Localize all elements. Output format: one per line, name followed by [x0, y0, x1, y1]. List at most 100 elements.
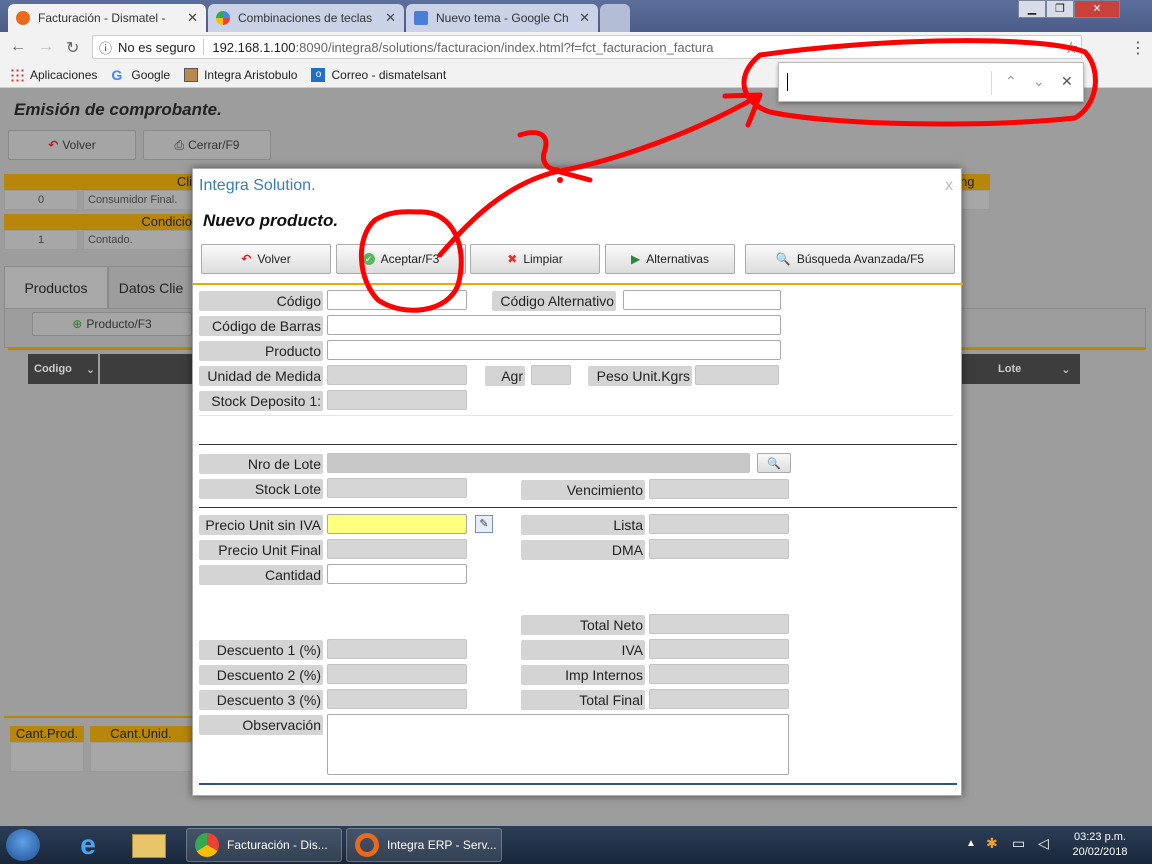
cantidad-input[interactable]: [327, 564, 467, 584]
close-tab-icon[interactable]: ✕: [187, 10, 198, 26]
minimize-icon[interactable]: ▁: [1018, 0, 1046, 18]
chrome-icon: [195, 833, 219, 857]
nro-lote-field: [327, 453, 750, 473]
back-icon[interactable]: ←: [10, 38, 26, 56]
ie-icon[interactable]: e: [70, 830, 106, 860]
bookmark-star-icon[interactable]: ☆: [1064, 38, 1078, 58]
task-integra-erp[interactable]: Integra ERP - Serv...: [346, 828, 502, 862]
condicion-code: 1: [4, 230, 78, 250]
button-label: Volver: [257, 252, 291, 266]
tab-combinaciones[interactable]: Combinaciones de teclas ✕: [208, 4, 404, 32]
maximize-icon[interactable]: ❐: [1046, 0, 1074, 18]
volver-button[interactable]: ↶ Volver: [201, 244, 331, 274]
find-next-icon[interactable]: ⌄: [1033, 73, 1045, 90]
tray-app-icon[interactable]: ✱: [986, 835, 998, 852]
codigo-alternativo-input[interactable]: [623, 290, 781, 310]
stock-deposito-field: [327, 390, 467, 410]
column-header[interactable]: [100, 354, 192, 384]
new-tab-button[interactable]: [600, 4, 630, 32]
apps-grid-icon: [10, 67, 24, 82]
precio-sin-iva-label: Precio Unit sin IVA: [199, 515, 323, 535]
codigo-barras-input[interactable]: [327, 315, 781, 335]
x-icon: ✖: [507, 252, 518, 266]
alternativas-button[interactable]: ▶ Alternativas: [605, 244, 735, 274]
start-orb-icon[interactable]: [6, 829, 40, 861]
close-window-icon[interactable]: ✕: [1074, 0, 1120, 18]
bookmark-integra[interactable]: Integra Aristobulo: [184, 67, 298, 82]
url-path: :8090/integra8/solutions/facturacion/ind…: [295, 39, 714, 55]
reload-icon[interactable]: ↻: [66, 38, 79, 58]
network-icon[interactable]: ▭: [1012, 835, 1025, 852]
outlook-icon: o: [311, 67, 326, 82]
tab-datos-cliente[interactable]: Datos Clie: [108, 266, 194, 308]
imp-internos-label: Imp Internos: [521, 665, 645, 685]
unidad-medida-field: [327, 365, 467, 385]
tab-title: Combinaciones de teclas: [238, 11, 373, 25]
volume-icon[interactable]: ◁: [1038, 835, 1049, 852]
footer-divider: [4, 716, 192, 718]
busqueda-avanzada-button[interactable]: 🔍 Búsqueda Avanzada/F5: [745, 244, 955, 274]
search-lote-button[interactable]: 🔍: [757, 453, 791, 473]
observacion-textarea[interactable]: [327, 714, 789, 775]
tray-expand-icon[interactable]: ▲: [966, 838, 976, 849]
info-icon[interactable]: ⓘ: [99, 38, 112, 57]
bottom-divider: [199, 783, 957, 785]
iva-field: [649, 639, 789, 659]
producto-label: Producto: [199, 341, 323, 361]
volver-button[interactable]: ↶ Volver: [8, 130, 136, 160]
descuento-2-label: Descuento 2 (%): [199, 665, 323, 685]
bookmark-google[interactable]: G Google: [111, 68, 170, 82]
cliente-header: Cli: [4, 174, 194, 190]
dialog-heading: Nuevo producto.: [203, 211, 339, 230]
precio-sin-iva-input[interactable]: [327, 514, 467, 534]
aceptar-button[interactable]: ✓ Aceptar/F3: [336, 244, 466, 274]
producto-input[interactable]: [327, 340, 781, 360]
descuento-3-label: Descuento 3 (%): [199, 690, 323, 710]
condicion-name: Contado.: [83, 230, 193, 250]
right-header-fragment: ng: [960, 174, 990, 190]
task-chrome-facturacion[interactable]: Facturación - Dis...: [186, 828, 342, 862]
cantidad-label: Cantidad: [199, 565, 323, 585]
condicion-header: Condicio: [4, 214, 194, 230]
find-input[interactable]: [789, 71, 989, 93]
tab-facturacion[interactable]: Facturación - Dismatel - ✕: [8, 4, 206, 32]
integra-favicon-icon: [16, 11, 30, 25]
edit-icon[interactable]: ✎: [475, 515, 493, 533]
codigo-input[interactable]: [327, 290, 467, 310]
cerrar-button[interactable]: ⎙ Cerrar/F9: [143, 130, 271, 160]
folder-icon[interactable]: [132, 834, 166, 858]
tab-title: Facturación - Dismatel -: [38, 11, 166, 25]
column-label: Lote: [998, 363, 1022, 375]
close-tab-icon[interactable]: ✕: [385, 10, 396, 26]
undo-icon: ↶: [241, 252, 252, 266]
tab-nuevo-tema[interactable]: Nuevo tema - Google Ch ✕: [406, 4, 598, 32]
close-icon[interactable]: x: [945, 177, 953, 195]
observacion-label: Observación: [199, 715, 323, 735]
omnibox-separator: [203, 39, 205, 55]
nro-lote-label: Nro de Lote: [199, 454, 323, 474]
codigo-column-header[interactable]: Codigo ⌄: [28, 354, 98, 384]
lote-column-header[interactable]: Lote ⌄: [962, 354, 1080, 384]
bookmark-correo[interactable]: o Correo - dismatelsant: [311, 67, 446, 82]
find-previous-icon[interactable]: ⌃: [1005, 73, 1017, 90]
close-tab-icon[interactable]: ✕: [579, 10, 590, 26]
lista-field: [649, 514, 789, 534]
tab-productos[interactable]: Productos: [4, 266, 108, 308]
total-neto-label: Total Neto: [521, 615, 645, 635]
bookmark-label: Aplicaciones: [30, 67, 98, 82]
column-label: Codigo: [34, 363, 72, 375]
clock[interactable]: 03:23 p.m. 20/02/2018: [1062, 830, 1138, 860]
forward-icon[interactable]: →: [38, 38, 54, 56]
descuento-2-field: [327, 664, 467, 684]
security-label: No es seguro: [118, 39, 196, 55]
bookmark-label: Integra Aristobulo: [204, 67, 298, 82]
find-bar: ⌃ ⌄ ✕: [778, 62, 1084, 102]
close-find-icon[interactable]: ✕: [1061, 73, 1073, 90]
limpiar-button[interactable]: ✖ Limpiar: [470, 244, 600, 274]
address-bar[interactable]: ⓘ No es seguro 192.168.1.100:8090/integr…: [92, 35, 1082, 59]
total-final-label: Total Final: [521, 690, 645, 710]
bookmark-aplicaciones[interactable]: Aplicaciones: [10, 67, 98, 82]
menu-icon[interactable]: ⋮: [1130, 38, 1146, 58]
cant-prod-header: Cant.Prod.: [10, 726, 84, 742]
add-producto-button[interactable]: ⊕ Producto/F3: [32, 312, 192, 336]
